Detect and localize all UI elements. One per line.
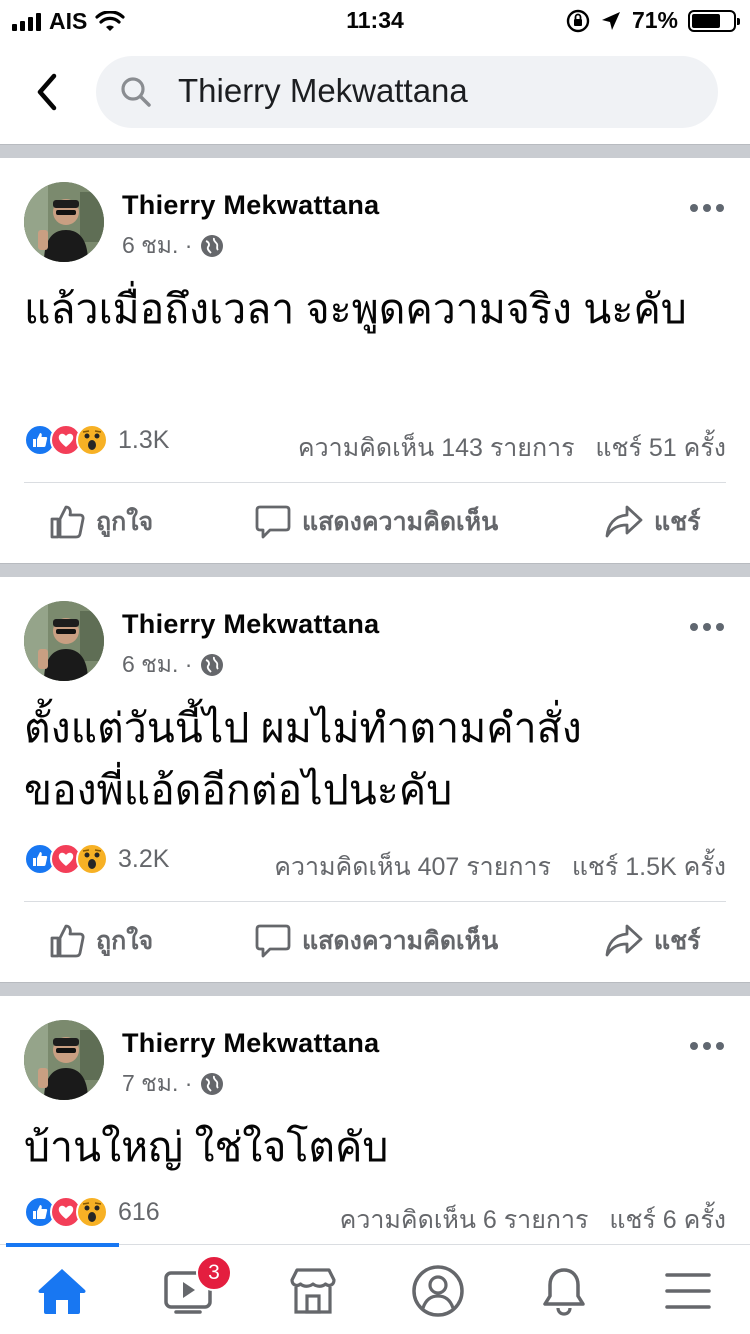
comment-icon [255, 924, 291, 958]
feed-divider [0, 982, 750, 996]
post-text: บ้านใหญ่ ใช่ใจโตคับ [24, 1124, 389, 1170]
post-card: Thierry Mekwattana 6 ชม. · ตั้งแต่วันนี้… [0, 577, 750, 982]
comment-label: แสดงความคิดเห็น [302, 508, 499, 536]
author-name[interactable]: Thierry Mekwattana [122, 609, 379, 640]
bottom-tab-bar: 3 [0, 1243, 750, 1334]
share-label: แชร์ [654, 508, 701, 536]
thumbs-up-icon [50, 924, 85, 958]
location-arrow-icon [601, 11, 620, 30]
battery-icon [688, 9, 740, 32]
thumbs-up-icon [50, 505, 85, 539]
action-divider [24, 901, 726, 902]
reaction-count: 3.2K [118, 844, 170, 873]
globe-icon [201, 1073, 224, 1095]
active-tab-indicator [6, 1243, 119, 1247]
post-stats: 616 ความคิดเห็น 6 รายการ แชร์ 6 ครั้ง [24, 1196, 726, 1236]
comment-label: แสดงความคิดเห็น [302, 927, 499, 955]
post-card: Thierry Mekwattana 6 ชม. · แล้วเมื่อถึงเ… [0, 158, 750, 563]
comments-shares: ความคิดเห็น 407 รายการ แชร์ 1.5K ครั้ง [274, 847, 726, 887]
search-input[interactable]: Thierry Mekwattana [96, 56, 718, 128]
more-options-icon[interactable] [690, 623, 724, 631]
share-button[interactable]: แชร์ [604, 921, 701, 961]
reaction-count: 1.3K [118, 425, 170, 454]
post-time: 7 ชม. · [122, 1070, 193, 1096]
like-label: ถูกใจ [96, 927, 154, 955]
more-options-icon[interactable] [690, 204, 724, 212]
wow-reaction-icon [76, 424, 108, 456]
comment-icon [255, 505, 291, 539]
post-time: 6 ชม. · [122, 232, 193, 258]
share-count[interactable]: แชร์ 6 ครั้ง [609, 1206, 726, 1234]
battery-percent: 71% [631, 7, 678, 33]
tab-watch[interactable]: 3 [158, 1255, 232, 1319]
author-avatar[interactable] [24, 601, 104, 681]
more-options-icon[interactable] [690, 1042, 724, 1050]
status-bar: AIS 11:34 71% [0, 0, 750, 40]
post-time: 6 ชม. · [122, 651, 193, 677]
share-count[interactable]: แชร์ 51 ครั้ง [595, 434, 726, 462]
tab-notifications[interactable] [534, 1263, 594, 1319]
reaction-count: 616 [118, 1197, 160, 1226]
comment-button[interactable]: แสดงความคิดเห็น [254, 921, 498, 961]
reactions-summary[interactable]: 3.2K [24, 843, 169, 875]
post-timestamp: 7 ชม. · [122, 1066, 224, 1102]
rotation-lock-icon [566, 9, 590, 32]
comment-count[interactable]: ความคิดเห็น 407 รายการ [274, 853, 551, 881]
search-query: Thierry Mekwattana [178, 72, 468, 109]
like-label: ถูกใจ [96, 508, 154, 536]
globe-icon [201, 654, 224, 676]
home-icon [38, 1269, 86, 1314]
notifications-icon [543, 1268, 585, 1316]
feed-divider [0, 144, 750, 158]
post-stats: 1.3K ความคิดเห็น 143 รายการ แชร์ 51 ครั้… [24, 424, 726, 464]
tab-home[interactable] [32, 1263, 92, 1319]
share-arrow-icon [605, 505, 643, 538]
back-arrow-icon[interactable] [28, 70, 68, 114]
comment-button[interactable]: แสดงความคิดเห็น [254, 502, 498, 542]
globe-icon [201, 235, 224, 257]
search-header: Thierry Mekwattana [0, 40, 750, 144]
reactions-summary[interactable]: 616 [24, 1196, 160, 1228]
like-button[interactable]: ถูกใจ [48, 502, 153, 542]
post-stats: 3.2K ความคิดเห็น 407 รายการ แชร์ 1.5K คร… [24, 843, 726, 883]
reactions-summary[interactable]: 1.3K [24, 424, 169, 456]
profile-icon [412, 1265, 464, 1317]
share-label: แชร์ [654, 927, 701, 955]
comments-shares: ความคิดเห็น 6 รายการ แชร์ 6 ครั้ง [340, 1200, 726, 1240]
share-button[interactable]: แชร์ [604, 502, 701, 542]
tab-profile[interactable] [408, 1263, 468, 1319]
action-divider [24, 482, 726, 483]
comment-count[interactable]: ความคิดเห็น 6 รายการ [340, 1206, 589, 1234]
share-count[interactable]: แชร์ 1.5K ครั้ง [572, 853, 726, 881]
post-timestamp: 6 ชม. · [122, 228, 224, 264]
feed-divider [0, 563, 750, 577]
post-card: Thierry Mekwattana 7 ชม. · บ้านใหญ่ ใช่ใ… [0, 996, 750, 1244]
author-avatar[interactable] [24, 1020, 104, 1100]
post-timestamp: 6 ชม. · [122, 647, 224, 683]
share-arrow-icon [605, 924, 643, 957]
tab-menu[interactable] [658, 1263, 718, 1319]
wow-reaction-icon [76, 843, 108, 875]
menu-icon [665, 1273, 711, 1309]
comments-shares: ความคิดเห็น 143 รายการ แชร์ 51 ครั้ง [298, 428, 726, 468]
comment-count[interactable]: ความคิดเห็น 143 รายการ [298, 434, 575, 462]
author-name[interactable]: Thierry Mekwattana [122, 1028, 379, 1059]
tab-marketplace[interactable] [283, 1263, 343, 1319]
search-icon [121, 77, 151, 107]
wow-reaction-icon [76, 1196, 108, 1228]
author-avatar[interactable] [24, 182, 104, 262]
post-text: ตั้งแต่วันนี้ไป ผมไม่ทำตามคำสั่งของพี่แอ… [24, 705, 582, 813]
like-button[interactable]: ถูกใจ [48, 921, 153, 961]
watch-notification-badge: 3 [196, 1255, 232, 1291]
post-text: แล้วเมื่อถึงเวลา จะพูดความจริง นะคับ [24, 286, 687, 332]
marketplace-icon [290, 1268, 336, 1314]
author-name[interactable]: Thierry Mekwattana [122, 190, 379, 221]
